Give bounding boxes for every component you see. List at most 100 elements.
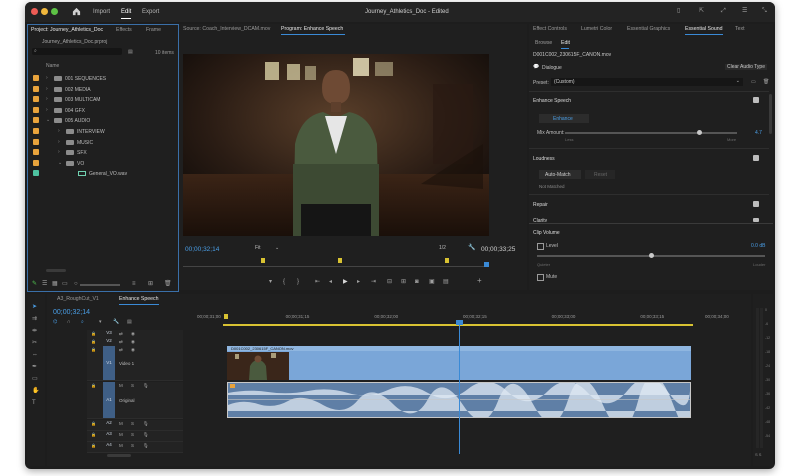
chevron-right-icon[interactable]: › (58, 139, 60, 145)
timeline-ruler[interactable]: 00;00;31;00 00;00;31;15 00;00;32;00 00;00;3… (197, 312, 743, 328)
freeform-view-icon[interactable]: ▭ (62, 281, 68, 287)
rectangle-tool-icon[interactable]: ▭ (32, 376, 38, 382)
nav-export[interactable]: Export (142, 9, 159, 15)
slip-tool-icon[interactable]: ⇔ (32, 352, 38, 358)
track-id[interactable]: V3 (103, 330, 115, 338)
sync-lock-icon[interactable]: ⇄ (119, 347, 123, 353)
type-tool-icon[interactable]: T (32, 400, 36, 406)
monitor-playhead[interactable] (484, 262, 489, 267)
project-item[interactable]: ⌄ VO (28, 159, 176, 168)
save-preset-icon[interactable]: ▭ (751, 79, 756, 85)
label-color-swatch[interactable] (33, 117, 39, 124)
lock-icon[interactable]: 🔒 (91, 443, 96, 449)
clear-audio-type-button[interactable]: Clear Audio Type (725, 64, 767, 70)
label-color-swatch[interactable] (33, 106, 39, 113)
enhance-button[interactable]: Enhance (539, 114, 589, 123)
tab-project[interactable]: Project: Journey_Athletics_Doc (31, 27, 103, 33)
project-item[interactable]: › SFX (28, 148, 176, 157)
program-timecode-current[interactable]: 00;00;32;14 (185, 246, 219, 253)
solo-track-icon[interactable]: S (131, 432, 134, 438)
bracket-right-icon[interactable]: } (297, 279, 299, 285)
lock-icon[interactable]: 🔒 (91, 331, 96, 337)
mute-track-icon[interactable]: M (119, 421, 123, 427)
tab-lumetri-color[interactable]: Lumetri Color (581, 26, 612, 32)
label-color-swatch[interactable] (33, 128, 39, 134)
solo-track-icon[interactable]: S (131, 383, 134, 389)
label-color-swatch[interactable] (33, 159, 39, 166)
lock-icon[interactable]: 🔒 (91, 383, 96, 389)
play-icon[interactable]: ▶ (343, 279, 348, 285)
pen-tool-icon[interactable]: ✒ (32, 364, 37, 370)
subtab-browse[interactable]: Browse (535, 40, 552, 46)
icon-view-icon[interactable]: ▦ (52, 281, 58, 287)
ripple-edit-tool-icon[interactable]: ⇹ (32, 328, 37, 334)
hand-tool-icon[interactable]: ✋ (32, 388, 39, 394)
project-item[interactable]: ⌄ 005 AUDIO (28, 116, 176, 125)
quick-export-icon[interactable]: ⇱ (699, 8, 704, 14)
zoom-slider[interactable] (80, 284, 120, 286)
clarity-checkbox[interactable] (753, 218, 759, 222)
multicam-icon[interactable]: ▣ (429, 279, 435, 285)
auto-match-button[interactable]: Auto-Match (539, 170, 581, 179)
bracket-left-icon[interactable]: { (283, 279, 285, 285)
camera-icon[interactable]: ◙ (415, 279, 419, 285)
enhance-speech-checkbox[interactable] (753, 97, 759, 103)
project-item[interactable]: General_VO.wav (28, 169, 176, 178)
label-color-swatch[interactable] (33, 149, 39, 156)
track-id[interactable]: A4 (103, 442, 115, 450)
tab-frame[interactable]: Frame (146, 27, 161, 33)
mute-track-icon[interactable]: M (119, 443, 123, 449)
microphone-icon[interactable]: 🎙 (143, 383, 149, 389)
timeline-marker[interactable] (224, 314, 228, 319)
mute-track-icon[interactable]: M (119, 432, 123, 438)
timeline-playhead[interactable] (459, 322, 460, 454)
zoom-slider-icon[interactable]: ○ (74, 281, 78, 287)
close-window-button[interactable] (31, 8, 38, 15)
comparison-icon[interactable]: ▤ (443, 279, 449, 285)
workspaces-icon[interactable]: ▯ (677, 8, 680, 14)
microphone-icon[interactable]: 🎙 (143, 443, 149, 449)
selection-tool-icon[interactable]: ➤ (32, 304, 37, 310)
step-back-icon[interactable]: ◂ (329, 279, 332, 285)
razor-tool-icon[interactable]: ✂ (32, 340, 37, 346)
tab-effect-controls[interactable]: Effect Controls (533, 26, 567, 32)
mute-checkbox[interactable] (537, 274, 544, 281)
mute-track-icon[interactable]: M (119, 383, 123, 389)
chevron-right-icon[interactable]: › (46, 96, 48, 102)
chevron-down-icon[interactable]: ⌄ (58, 160, 62, 166)
timeline-timecode[interactable]: 00;00;32;14 (53, 309, 90, 316)
video-frame[interactable] (183, 54, 489, 236)
label-color-swatch[interactable] (33, 170, 39, 177)
label-color-swatch[interactable] (33, 138, 39, 145)
microphone-icon[interactable]: 🎙 (143, 432, 149, 438)
chevron-right-icon[interactable]: › (58, 149, 60, 155)
go-to-in-icon[interactable]: ⇤ (315, 279, 320, 285)
subtab-edit[interactable]: Edit (561, 40, 570, 46)
solo-track-icon[interactable]: S (131, 421, 134, 427)
extract-icon[interactable]: ⊞ (401, 279, 406, 285)
add-button-icon[interactable]: + (477, 277, 482, 285)
eye-icon[interactable]: ◉ (131, 339, 135, 345)
wrench-icon[interactable]: 🔧 (468, 245, 475, 251)
project-scrollbar[interactable] (46, 269, 66, 272)
project-item[interactable]: › 003 MULTICAM (28, 95, 176, 104)
project-item[interactable]: › MUSIC (28, 138, 176, 147)
project-item[interactable]: › 004 GFX (28, 106, 176, 115)
monitor-time-ruler[interactable] (183, 256, 489, 270)
tab-sequence-roughcut[interactable]: A3_RoughCut_V1 (57, 296, 99, 302)
lock-icon[interactable]: 🔒 (91, 339, 96, 345)
captions-icon[interactable]: ▤ (127, 319, 132, 325)
linked-selection-icon[interactable]: ∩ (67, 319, 71, 325)
new-item-icon[interactable]: ⊞ (148, 281, 153, 287)
home-icon[interactable] (72, 7, 81, 16)
marker-1[interactable] (261, 258, 265, 263)
label-color-swatch[interactable] (33, 96, 39, 103)
track-id[interactable]: A2 (103, 420, 115, 428)
fit-select[interactable]: Fit ⌄ (255, 245, 283, 253)
chevron-right-icon[interactable]: › (58, 128, 60, 134)
timeline-horizontal-scrollbar[interactable] (107, 454, 131, 457)
track-select-tool-icon[interactable]: ⇉ (32, 316, 37, 322)
lock-icon[interactable]: 🔒 (91, 347, 96, 353)
track-id[interactable]: A1 (103, 382, 115, 418)
minimize-window-button[interactable] (41, 8, 48, 15)
